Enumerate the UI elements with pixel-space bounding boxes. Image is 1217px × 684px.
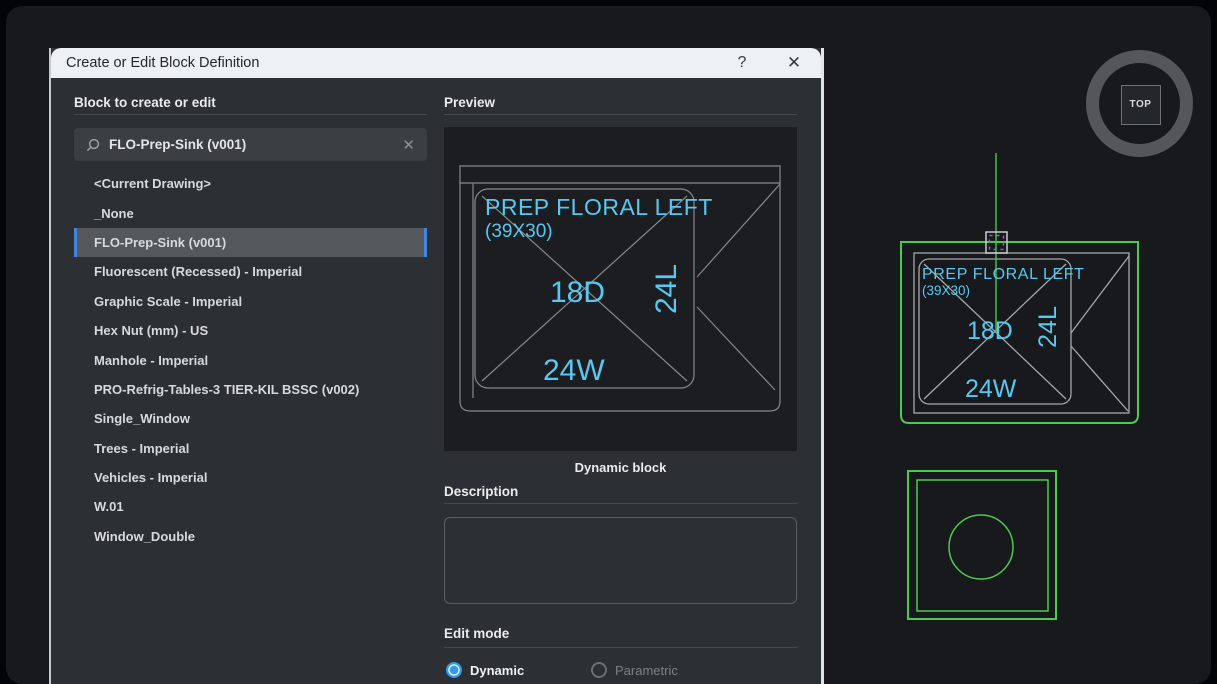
preview-block-size-text: (39X30) bbox=[485, 221, 553, 242]
list-item[interactable]: <Current Drawing> bbox=[74, 169, 427, 198]
sink-block-drawing[interactable]: PREP FLORAL LEFT (39X30) 18D 24L 24W bbox=[891, 146, 1151, 436]
edit-mode-header: Edit mode bbox=[444, 626, 509, 641]
block-search-input[interactable]: FLO-Prep-Sink (v001) ✕ bbox=[74, 128, 427, 161]
divider bbox=[74, 114, 427, 115]
clear-search-icon[interactable]: ✕ bbox=[402, 136, 415, 154]
edit-mode-option-dynamic[interactable]: Dynamic bbox=[446, 662, 524, 678]
app-canvas: TOP PREP FLORAL LEFT (39X30) 18D 24L 24W bbox=[6, 6, 1211, 684]
block-list: <Current Drawing> _None FLO-Prep-Sink (v… bbox=[74, 169, 427, 551]
viewcube-label: TOP bbox=[1130, 99, 1152, 110]
radio-selected-icon[interactable] bbox=[446, 662, 462, 678]
list-item[interactable]: Single_Window bbox=[74, 404, 427, 433]
block-title-text: PREP FLORAL LEFT bbox=[922, 266, 1085, 283]
preview-header: Preview bbox=[444, 95, 495, 110]
preview-depth-dim-text: 18D bbox=[550, 276, 605, 309]
help-icon[interactable]: ? bbox=[725, 48, 759, 78]
list-item[interactable]: _None bbox=[74, 198, 427, 227]
close-icon[interactable]: ✕ bbox=[777, 48, 811, 78]
preview-drawing: PREP FLORAL LEFT (39X30) 18D 24L 24W bbox=[444, 127, 797, 451]
description-field[interactable] bbox=[444, 517, 797, 604]
description-header: Description bbox=[444, 484, 518, 499]
list-item[interactable]: PRO-Refrig-Tables-3 TIER-KIL BSSC (v002) bbox=[74, 375, 427, 404]
search-value: FLO-Prep-Sink (v001) bbox=[109, 137, 402, 152]
create-edit-block-dialog: Create or Edit Block Definition ? ✕ Bloc… bbox=[49, 48, 824, 684]
edit-mode-option-parametric[interactable]: Parametric bbox=[591, 662, 678, 678]
block-list-header: Block to create or edit bbox=[74, 95, 216, 110]
list-item[interactable]: Window_Double bbox=[74, 522, 427, 551]
divider bbox=[444, 647, 797, 648]
list-item[interactable]: Graphic Scale - Imperial bbox=[74, 287, 427, 316]
width-dim-text: 24W bbox=[965, 375, 1017, 403]
depth-dim-text: 18D bbox=[967, 317, 1013, 345]
list-item[interactable]: Fluorescent (Recessed) - Imperial bbox=[74, 257, 427, 286]
list-item[interactable]: W.01 bbox=[74, 492, 427, 521]
preview-block-title-text: PREP FLORAL LEFT bbox=[485, 194, 713, 220]
preview-length-dim-text: 24L bbox=[650, 264, 683, 314]
list-item[interactable]: Hex Nut (mm) - US bbox=[74, 316, 427, 345]
radio-label: Dynamic bbox=[470, 663, 524, 678]
dialog-title: Create or Edit Block Definition bbox=[66, 55, 259, 71]
dynamic-block-caption: Dynamic block bbox=[444, 460, 797, 475]
dialog-titlebar[interactable]: Create or Edit Block Definition ? ✕ bbox=[51, 48, 821, 78]
list-item[interactable]: Manhole - Imperial bbox=[74, 345, 427, 374]
search-icon bbox=[86, 138, 100, 152]
viewcube-ring[interactable]: TOP bbox=[1086, 50, 1193, 157]
divider bbox=[444, 503, 797, 504]
length-dim-text: 24L bbox=[1034, 306, 1062, 348]
square-circle-block-drawing[interactable] bbox=[896, 456, 1061, 626]
preview-width-dim-text: 24W bbox=[543, 354, 605, 387]
divider bbox=[444, 114, 797, 115]
block-preview: PREP FLORAL LEFT (39X30) 18D 24L 24W bbox=[444, 127, 797, 451]
radio-label: Parametric bbox=[615, 663, 678, 678]
list-item[interactable]: Trees - Imperial bbox=[74, 434, 427, 463]
circle-feature bbox=[949, 515, 1013, 579]
block-size-text: (39X30) bbox=[922, 283, 970, 298]
list-item[interactable]: Vehicles - Imperial bbox=[74, 463, 427, 492]
radio-unselected-icon[interactable] bbox=[591, 662, 607, 678]
viewcube-top-face[interactable]: TOP bbox=[1121, 85, 1161, 125]
list-item-selected[interactable]: FLO-Prep-Sink (v001) bbox=[74, 228, 427, 257]
